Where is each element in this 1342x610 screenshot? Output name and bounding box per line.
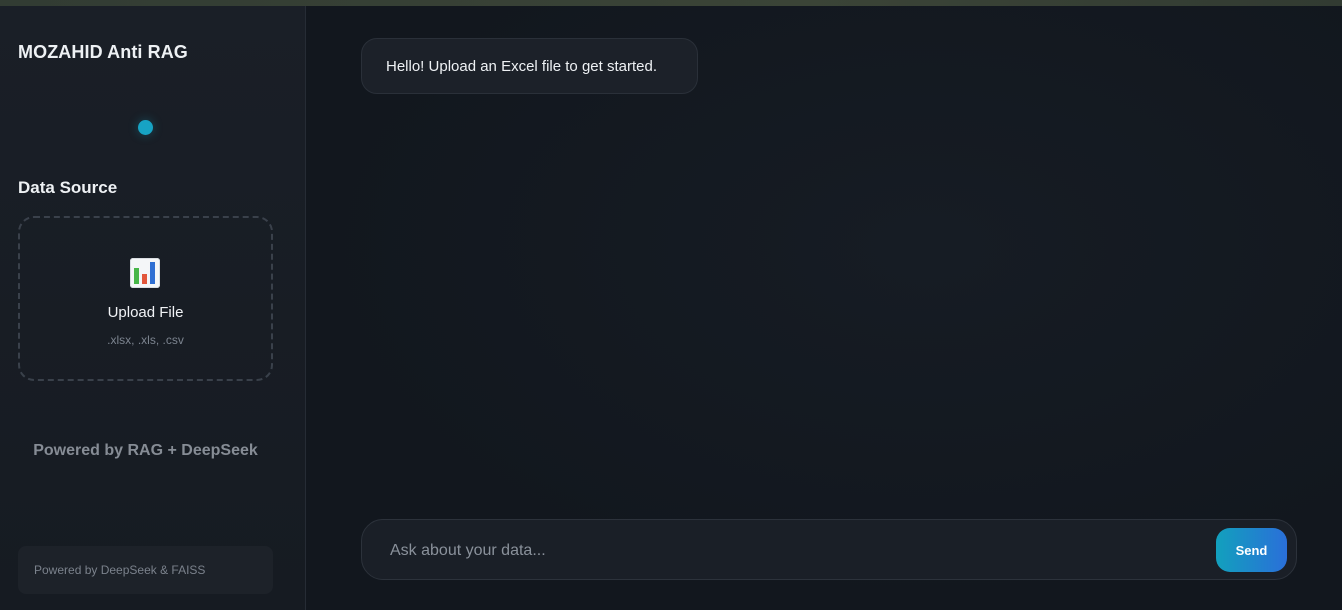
upload-file-label: Upload File: [107, 304, 184, 321]
upload-file-dropzone[interactable]: Upload File .xlsx, .xls, .csv: [18, 216, 273, 381]
send-button[interactable]: Send: [1216, 528, 1287, 572]
chart-icon-bar-red: [142, 274, 147, 284]
chat-input[interactable]: [388, 520, 1192, 581]
sidebar-footer: Powered by DeepSeek & FAISS: [18, 546, 273, 594]
chat-area: Hello! Upload an Excel file to get start…: [306, 6, 1342, 610]
chat-input-bar: Send: [361, 519, 1297, 581]
assistant-message-bubble: Hello! Upload an Excel file to get start…: [361, 38, 698, 94]
sidebar: MOZAHID Anti RAG Data Source Upload File…: [0, 6, 306, 610]
footer-credit-text: Powered by DeepSeek & FAISS: [34, 563, 206, 577]
chart-icon-bar-blue: [150, 262, 155, 284]
data-source-heading: Data Source: [18, 178, 118, 197]
chart-icon-bar-green: [134, 268, 139, 284]
powered-by-rag-text: Powered by RAG + DeepSeek: [33, 442, 258, 459]
status-indicator-dot: [138, 120, 153, 135]
upload-file-types-hint: .xlsx, .xls, .csv: [107, 333, 184, 347]
app-window: MOZAHID Anti RAG Data Source Upload File…: [0, 0, 1342, 610]
app-title: MOZAHID Anti RAG: [18, 42, 188, 62]
bar-chart-icon: [130, 258, 160, 288]
